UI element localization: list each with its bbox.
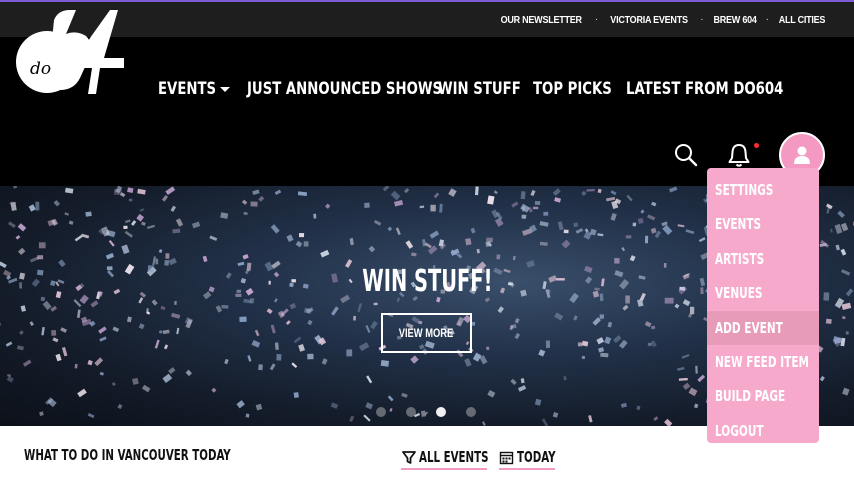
separator: · <box>765 14 770 25</box>
menu-item-label: BUILD PAGE <box>715 387 786 406</box>
menu-item-label: VENUES <box>715 284 763 303</box>
menu-item-label: EVENTS <box>715 215 762 234</box>
notification-dot <box>754 143 759 148</box>
menu-item-label: ARTISTS <box>715 249 765 268</box>
victoria-events-link[interactable]: VICTORIA EVENTS <box>610 14 688 26</box>
view-more-button[interactable]: VIEW MORE <box>381 313 472 353</box>
bell-icon[interactable] <box>725 141 753 169</box>
brew604-link[interactable]: BREW 604 <box>713 14 756 26</box>
menu-item-logout[interactable]: LOGOUT <box>707 414 819 448</box>
all-events-filter[interactable]: ALL EVENTS <box>401 446 489 470</box>
menu-item-label: SETTINGS <box>715 181 774 199</box>
date-filter[interactable]: TODAY <box>499 446 556 470</box>
nav-events[interactable]: EVENTS <box>158 79 216 103</box>
date-label: TODAY <box>517 448 556 466</box>
carousel-dot[interactable] <box>406 407 416 417</box>
section-heading: WHAT TO DO IN VANCOUVER TODAY <box>24 446 231 464</box>
menu-item-new-feed-item[interactable]: NEW FEED ITEM <box>707 345 819 379</box>
nav-win-stuff[interactable]: WIN STUFF <box>438 79 521 99</box>
menu-item-settings[interactable]: SETTINGS <box>707 173 819 207</box>
menu-item-add-event[interactable]: ADD EVENT <box>707 310 819 345</box>
menu-item-label: LOGOUT <box>715 421 764 440</box>
separator: · <box>594 14 599 25</box>
all-events-label: ALL EVENTS <box>419 448 489 466</box>
newsletter-link[interactable]: OUR NEWSLETTER <box>501 14 582 26</box>
carousel-dot[interactable] <box>376 407 386 417</box>
svg-text:do: do <box>30 59 51 79</box>
nav-latest[interactable]: LATEST FROM DO604 <box>626 79 783 99</box>
nav-just-announced[interactable]: JUST ANNOUNCED SHOWS <box>247 79 442 99</box>
menu-item-label: NEW FEED ITEM <box>715 352 810 371</box>
nav-top-picks[interactable]: TOP PICKS <box>533 79 612 99</box>
user-dropdown-menu: SETTINGS EVENTS ARTISTS VENUES ADD EVENT NEW … <box>707 168 819 443</box>
calendar-icon <box>499 451 514 464</box>
menu-item-events[interactable]: EVENTS <box>707 207 819 241</box>
chevron-down-icon[interactable] <box>220 87 230 92</box>
menu-item-label: ADD EVENT <box>715 318 783 337</box>
carousel-dot[interactable] <box>466 407 476 417</box>
filter-icon <box>402 451 416 464</box>
menu-item-build-page[interactable]: BUILD PAGE <box>707 379 819 413</box>
all-cities-link[interactable]: ALL CITIES <box>779 14 826 26</box>
separator: · <box>700 14 704 25</box>
carousel-dot-active[interactable] <box>436 407 446 417</box>
menu-item-venues[interactable]: VENUES <box>707 276 819 310</box>
search-icon[interactable] <box>673 142 699 168</box>
menu-item-artists[interactable]: ARTISTS <box>707 242 819 276</box>
carousel-dots <box>376 407 476 417</box>
do604-logo[interactable]: do <box>14 8 130 98</box>
user-icon <box>794 146 810 164</box>
